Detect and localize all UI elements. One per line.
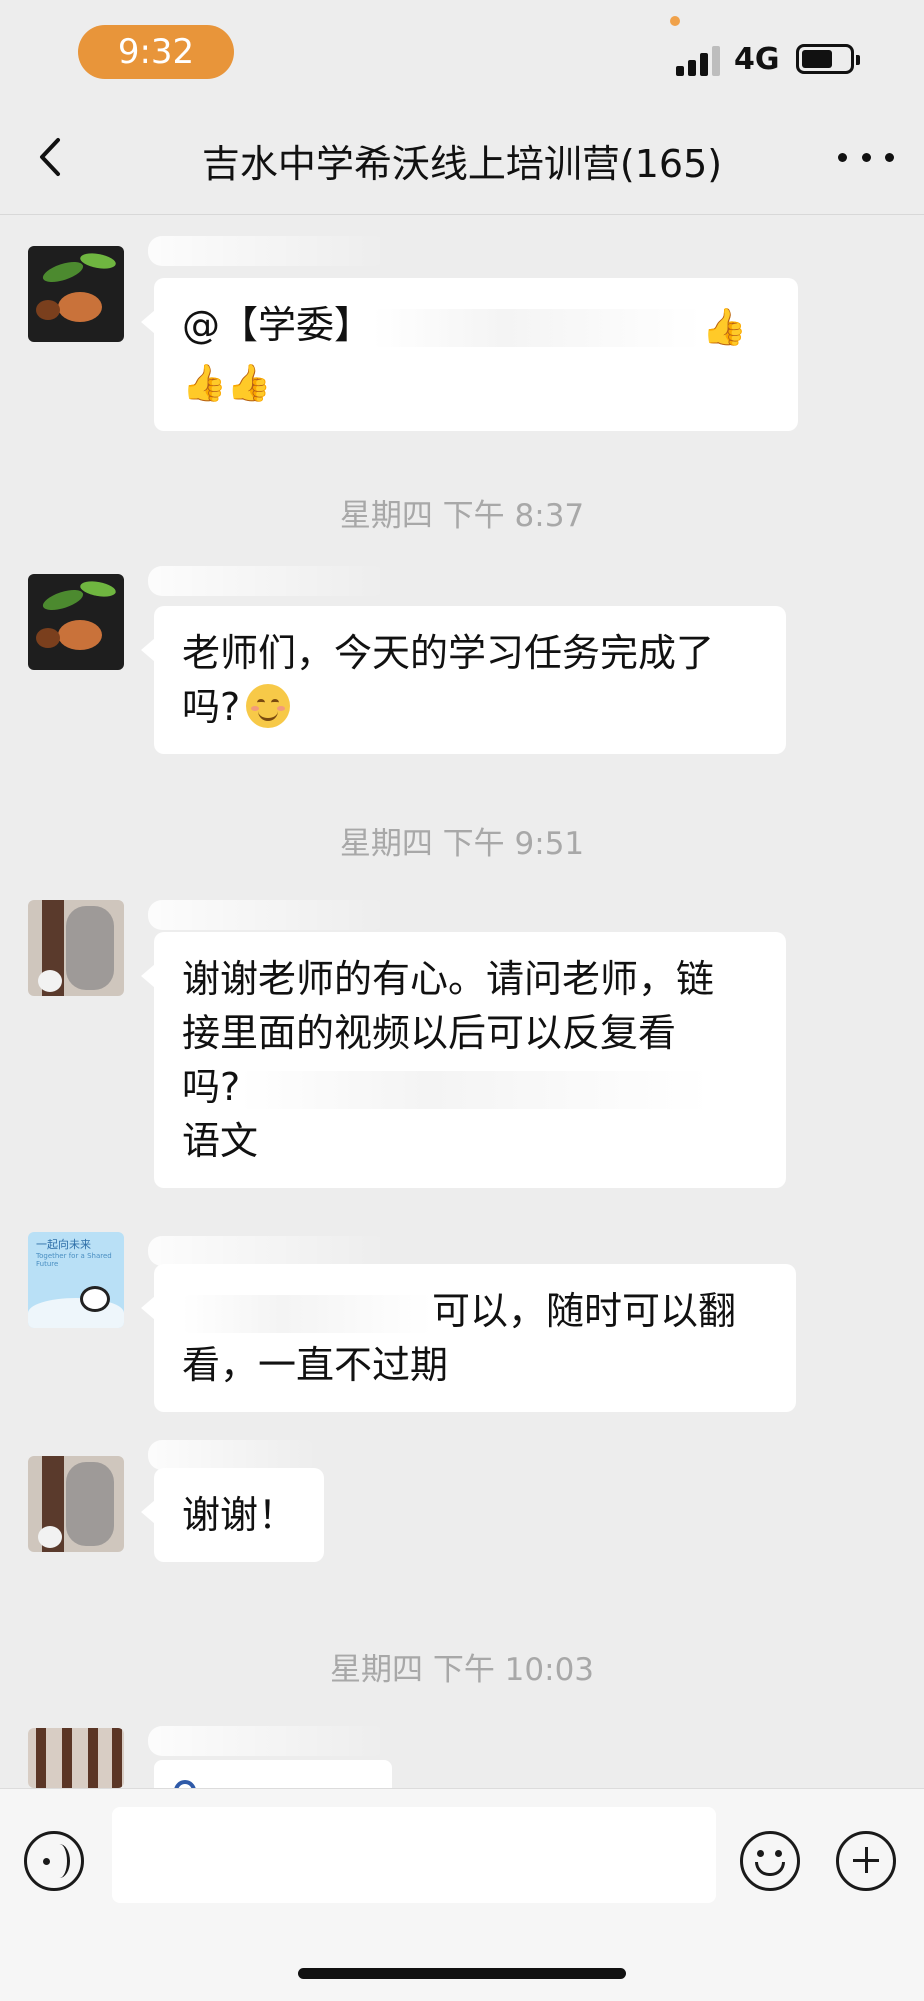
avatar-caption: 一起向未来	[36, 1238, 91, 1251]
emoji-icon[interactable]	[740, 1831, 800, 1891]
avatar[interactable]	[28, 246, 124, 342]
redacted-text	[372, 308, 703, 347]
message-line: @【学委】 👍	[182, 298, 770, 355]
message-text: 吗?	[182, 1065, 241, 1109]
thumbs-up-emoji: 👍👍	[182, 363, 272, 404]
redacted-text	[240, 1070, 711, 1109]
smile-emoji	[246, 683, 291, 728]
avatar-caption: Together for a Shared Future	[36, 1252, 112, 1268]
sender-name-redacted	[148, 1236, 388, 1266]
message-bubble[interactable]: @【学委】 👍 👍👍	[141, 278, 798, 431]
privacy-indicator-dot	[670, 16, 680, 26]
chat-header: 吉水中学希沃线上培训营(165)	[0, 100, 924, 215]
message-text: 可以，随时可以翻	[432, 1289, 737, 1333]
message-bubble[interactable]: 可以，随时可以翻 看，一直不过期	[141, 1264, 796, 1412]
message-text: @【学委】	[182, 303, 373, 347]
message-bubble[interactable]: 谢谢老师的有心。请问老师，链 接里面的视频以后可以反复看 吗? 语文	[141, 932, 786, 1188]
chat-title: 吉水中学希沃线上培训营(165)	[201, 142, 723, 186]
message-input[interactable]	[112, 1807, 716, 1903]
chevron-left-icon[interactable]	[30, 130, 80, 184]
sender-name-redacted	[148, 900, 388, 930]
sender-name-redacted	[148, 566, 388, 596]
battery-icon	[796, 44, 860, 74]
plus-icon[interactable]	[836, 1831, 896, 1891]
thumbs-up-emoji: 👍	[702, 306, 747, 348]
network-type: 4G	[734, 42, 780, 77]
message-text: 语文	[182, 1119, 259, 1163]
timestamp: 星期四 下午 10:03	[329, 1652, 595, 1688]
avatar[interactable]: 一起向未来 Together for a Shared Future	[28, 1232, 124, 1328]
status-bar: 9:32 4G	[0, 0, 924, 100]
sender-name-redacted	[148, 1726, 388, 1756]
avatar[interactable]	[28, 1456, 124, 1552]
voice-icon[interactable]	[24, 1831, 84, 1891]
home-indicator[interactable]	[298, 1968, 626, 1979]
message-text: 接里面的视频以后可以反复看	[182, 1011, 677, 1055]
status-time: 9:32	[78, 25, 234, 79]
message-text: 吗?	[182, 685, 241, 729]
signal-icon	[676, 46, 722, 76]
message-text: 谢谢老师的有心。请问老师，链	[182, 957, 715, 1001]
timestamp: 星期四 下午 8:37	[339, 498, 585, 534]
sender-name-redacted	[148, 236, 388, 266]
more-icon[interactable]	[838, 135, 894, 179]
avatar[interactable]	[28, 1728, 124, 1788]
message-bubble[interactable]: 老师们，今天的学习任务完成了 吗?	[141, 606, 786, 754]
message-bubble[interactable]: 谢谢！	[141, 1468, 324, 1562]
redacted-text	[182, 1294, 432, 1333]
message-text: 老师们，今天的学习任务完成了	[182, 631, 715, 675]
avatar[interactable]	[28, 900, 124, 996]
timestamp: 星期四 下午 9:51	[339, 826, 585, 862]
message-text: 谢谢！	[182, 1493, 297, 1537]
message-text: 看，一直不过期	[182, 1343, 449, 1387]
sender-name-redacted	[148, 1440, 318, 1470]
avatar[interactable]	[28, 574, 124, 670]
